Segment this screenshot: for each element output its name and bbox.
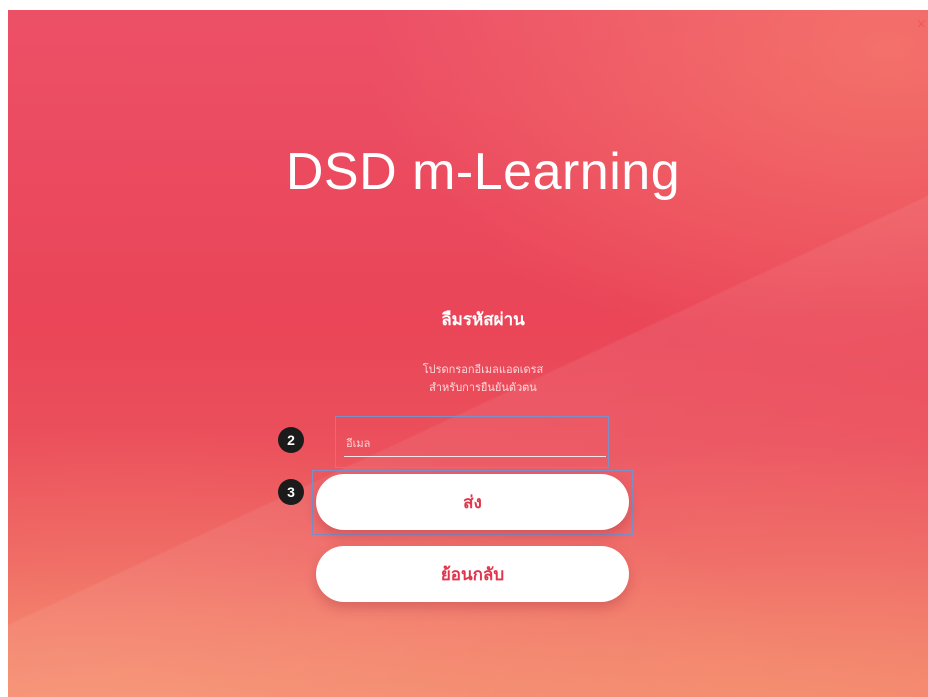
- instruction-line-1: โปรดกรอกอีเมลแอดเดรส: [422, 363, 544, 376]
- email-field[interactable]: [344, 430, 606, 457]
- instruction-line-2: สำหรับการยืนยันตัวตน: [429, 381, 537, 394]
- back-button[interactable]: ย้อนกลับ: [316, 546, 629, 602]
- close-icon[interactable]: ×: [916, 18, 928, 32]
- annotation-box-email: [335, 416, 609, 468]
- page-heading: ลืมรหัสผ่าน: [441, 310, 525, 330]
- submit-button[interactable]: ส่ง: [316, 474, 629, 530]
- app-title: DSD m-Learning: [285, 143, 681, 201]
- annotation-marker-email: 2: [278, 427, 304, 453]
- annotation-marker-submit: 3: [278, 479, 304, 505]
